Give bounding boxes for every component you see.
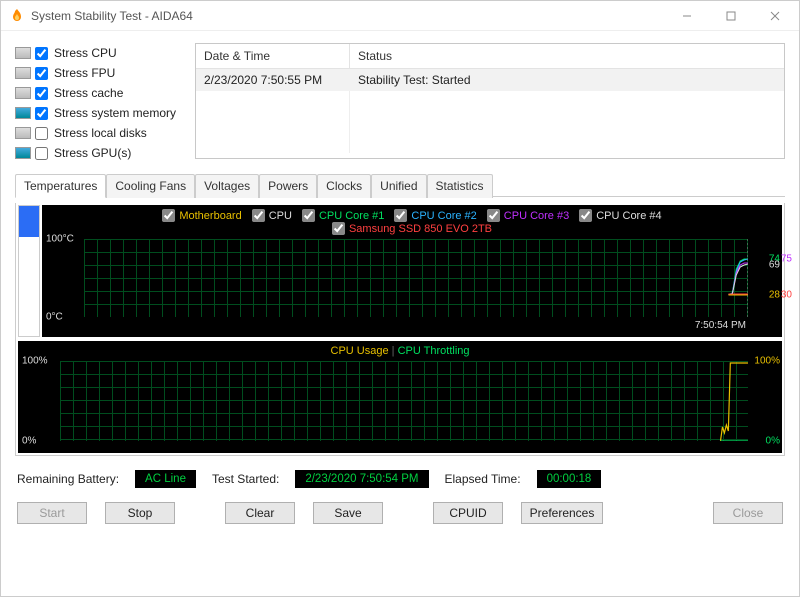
stress-cache-checkbox[interactable]	[35, 87, 48, 100]
log-row[interactable]: 2/23/2020 7:50:55 PM Stability Test: Sta…	[196, 69, 784, 91]
event-log-header: Date & Time Status	[196, 44, 784, 69]
stress-disks-label: Stress local disks	[54, 126, 147, 140]
started-label: Test Started:	[212, 472, 279, 486]
legend-core2[interactable]: CPU Core #2	[394, 209, 476, 222]
memory-icon	[15, 107, 31, 119]
clear-button[interactable]: Clear	[225, 502, 295, 524]
stress-cpu: Stress CPU	[15, 43, 185, 63]
close-app-button[interactable]: Close	[713, 502, 783, 524]
tab-strip: Temperatures Cooling Fans Voltages Power…	[15, 173, 785, 197]
temperature-legend-2: Samsung SSD 850 EVO 2TB	[42, 222, 782, 235]
cpu-icon	[15, 47, 31, 59]
legend-core3[interactable]: CPU Core #3	[487, 209, 569, 222]
log-cell-date: 2/23/2020 7:50:55 PM	[196, 69, 350, 91]
log-col-date[interactable]: Date & Time	[196, 44, 350, 68]
legend-core4[interactable]: CPU Core #4	[579, 209, 661, 222]
close-button[interactable]	[753, 2, 797, 30]
temperature-row: Motherboard CPU CPU Core #1 CPU Core #2 …	[18, 205, 782, 337]
cpuid-button[interactable]: CPUID	[433, 502, 503, 524]
tab-unified[interactable]: Unified	[371, 174, 426, 198]
stress-gpu-checkbox[interactable]	[35, 147, 48, 160]
usage-y-max-r: 100%	[754, 356, 780, 367]
stress-fpu-label: Stress FPU	[54, 66, 115, 80]
stress-gpu: Stress GPU(s)	[15, 143, 185, 163]
usage-grid	[60, 361, 748, 441]
tab-temperatures[interactable]: Temperatures	[15, 174, 106, 198]
usage-y-min-l: 0%	[22, 436, 36, 447]
usage-y-min-r: 0%	[766, 436, 780, 447]
legend-motherboard[interactable]: Motherboard	[162, 209, 241, 222]
legend-ssd[interactable]: Samsung SSD 850 EVO 2TB	[332, 222, 492, 235]
readout-lo2: 30	[781, 290, 792, 301]
start-button[interactable]: Start	[17, 502, 87, 524]
stop-button[interactable]: Stop	[105, 502, 175, 524]
temperature-grid	[84, 239, 748, 317]
usage-legend-b: CPU Throttling	[398, 345, 470, 357]
temp-y-min: 0°C	[46, 312, 63, 323]
fpu-icon	[15, 67, 31, 79]
temperature-legend: Motherboard CPU CPU Core #1 CPU Core #2 …	[42, 205, 782, 222]
top-row: Stress CPU Stress FPU Stress cache Stres…	[15, 43, 785, 163]
stress-cpu-checkbox[interactable]	[35, 47, 48, 60]
usage-y-max-l: 100%	[22, 356, 48, 367]
usage-legend: CPU Usage | CPU Throttling	[18, 341, 782, 357]
tab-cooling-fans[interactable]: Cooling Fans	[106, 174, 195, 198]
status-row: Remaining Battery: AC Line Test Started:…	[15, 462, 785, 492]
stress-cache: Stress cache	[15, 83, 185, 103]
readout-lo1: 28	[769, 290, 780, 301]
log-empty-area	[196, 91, 784, 153]
temp-y-max: 100°C	[46, 234, 74, 245]
app-window: System Stability Test - AIDA64 Stress CP…	[0, 0, 800, 597]
stress-options: Stress CPU Stress FPU Stress cache Stres…	[15, 43, 185, 163]
stress-cache-label: Stress cache	[54, 86, 123, 100]
temperature-panel: Motherboard CPU CPU Core #1 CPU Core #2 …	[42, 205, 782, 337]
window-controls	[665, 2, 797, 30]
tab-voltages[interactable]: Voltages	[195, 174, 259, 198]
temp-time-label: 7:50:54 PM	[695, 320, 746, 331]
preferences-button[interactable]: Preferences	[521, 502, 603, 524]
gpu-icon	[15, 147, 31, 159]
legend-core1[interactable]: CPU Core #1	[302, 209, 384, 222]
readout-hi2: 75	[781, 253, 792, 264]
readout-hi3: 69	[769, 259, 780, 270]
usage-plot: 100% 0% 100% 0%	[60, 361, 748, 441]
stress-memory-checkbox[interactable]	[35, 107, 48, 120]
thermometer-gauge	[18, 205, 40, 337]
disk-icon	[15, 127, 31, 139]
tab-clocks[interactable]: Clocks	[317, 174, 371, 198]
elapsed-value: 00:00:18	[537, 470, 602, 488]
log-cell-status: Stability Test: Started	[350, 69, 784, 91]
started-value: 2/23/2020 7:50:54 PM	[295, 470, 428, 488]
app-icon	[9, 8, 25, 24]
usage-legend-a: CPU Usage	[331, 345, 389, 357]
stress-fpu-checkbox[interactable]	[35, 67, 48, 80]
title-bar: System Stability Test - AIDA64	[1, 1, 799, 31]
cache-icon	[15, 87, 31, 99]
window-title: System Stability Test - AIDA64	[31, 9, 665, 23]
maximize-button[interactable]	[709, 2, 753, 30]
tab-statistics[interactable]: Statistics	[427, 174, 493, 198]
stress-memory-label: Stress system memory	[54, 106, 176, 120]
tab-powers[interactable]: Powers	[259, 174, 317, 198]
battery-value: AC Line	[135, 470, 196, 488]
elapsed-label: Elapsed Time:	[445, 472, 521, 486]
stress-cpu-label: Stress CPU	[54, 46, 117, 60]
minimize-button[interactable]	[665, 2, 709, 30]
save-button[interactable]: Save	[313, 502, 383, 524]
temperature-plot: 100°C 0°C	[84, 239, 748, 317]
stress-disks: Stress local disks	[15, 123, 185, 143]
button-row: Start Stop Clear Save CPUID Preferences …	[15, 498, 785, 528]
graph-area: Motherboard CPU CPU Core #1 CPU Core #2 …	[15, 203, 785, 456]
usage-panel: CPU Usage | CPU Throttling 100% 0% 100% …	[18, 341, 782, 453]
stress-gpu-label: Stress GPU(s)	[54, 146, 131, 160]
stress-fpu: Stress FPU	[15, 63, 185, 83]
usage-legend-sep: |	[392, 345, 395, 357]
battery-label: Remaining Battery:	[17, 472, 119, 486]
log-col-status[interactable]: Status	[350, 44, 784, 68]
stress-disks-checkbox[interactable]	[35, 127, 48, 140]
legend-cpu[interactable]: CPU	[252, 209, 292, 222]
event-log: Date & Time Status 2/23/2020 7:50:55 PM …	[195, 43, 785, 159]
content-area: Stress CPU Stress FPU Stress cache Stres…	[1, 31, 799, 596]
stress-memory: Stress system memory	[15, 103, 185, 123]
